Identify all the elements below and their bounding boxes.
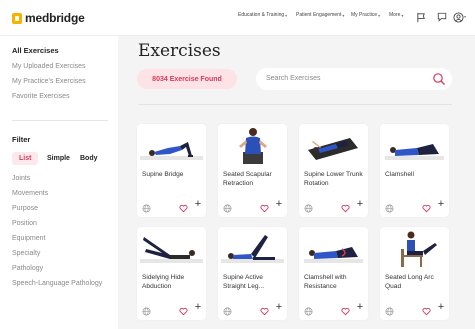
chevron-down-icon: ▾ bbox=[401, 12, 404, 18]
main-content: Exercises 8034 Exercise Found Search Exe… bbox=[118, 36, 475, 329]
exercise-image bbox=[221, 229, 284, 268]
heart-icon[interactable] bbox=[341, 303, 350, 316]
exercise-card-sidelying-hide-abduction[interactable]: Sidelying Hide Abduction + bbox=[137, 227, 206, 320]
chevron-down-icon: ▾ bbox=[285, 12, 288, 18]
filter-movements[interactable]: Movements bbox=[12, 190, 48, 197]
globe-icon[interactable] bbox=[385, 303, 394, 316]
card-title: Supine Active Straight Leg... bbox=[223, 274, 265, 290]
logo-text: medbridge bbox=[25, 11, 85, 25]
chevron-down-icon: ▾ bbox=[342, 12, 345, 18]
globe-icon[interactable] bbox=[304, 200, 313, 213]
exercise-count-badge: 8034 Exercise Found bbox=[137, 69, 237, 89]
exercise-card-clamshell-with-resistance[interactable]: Clamshell with Resistance + bbox=[299, 227, 368, 320]
card-title: Seated Long Arc Quad bbox=[385, 274, 434, 290]
exercise-card-supine-bridge[interactable]: Supine Bridge + bbox=[137, 124, 206, 217]
search-input[interactable]: Search Exercises bbox=[266, 75, 320, 82]
search-icon[interactable] bbox=[432, 72, 446, 86]
logo-mark-icon bbox=[12, 12, 22, 24]
exercise-card-seated-scapular-retraction[interactable]: Seated Scapular Retraction + bbox=[218, 124, 287, 217]
user-icon[interactable] bbox=[452, 11, 464, 23]
logo[interactable]: medbridge bbox=[12, 11, 85, 25]
exercise-card-supine-active-straight-leg[interactable]: Supine Active Straight Leg... + bbox=[218, 227, 287, 320]
heart-icon[interactable] bbox=[260, 303, 269, 316]
exercise-card-seated-long-arc-quad[interactable]: Seated Long Arc Quad + bbox=[380, 227, 449, 320]
exercise-image bbox=[302, 229, 365, 268]
tab-list[interactable]: List bbox=[12, 152, 39, 165]
filter-equipment[interactable]: Equipment bbox=[12, 235, 45, 242]
exercise-image bbox=[383, 126, 446, 165]
tab-body[interactable]: Body bbox=[80, 155, 98, 162]
globe-icon[interactable] bbox=[385, 200, 394, 213]
flag-icon[interactable] bbox=[415, 11, 427, 23]
exercise-card-clamshell[interactable]: Clamshell + bbox=[380, 124, 449, 217]
card-title: Clamshell with Resistance bbox=[304, 274, 347, 290]
filter-purpose[interactable]: Purpose bbox=[12, 205, 38, 212]
exercise-image bbox=[383, 229, 446, 268]
add-icon[interactable]: + bbox=[193, 301, 203, 313]
main-divider bbox=[138, 104, 452, 105]
search-bar[interactable]: Search Exercises bbox=[256, 68, 452, 90]
top-header: medbridge Education & Training ▾ Patient … bbox=[0, 0, 475, 36]
exercise-image bbox=[140, 229, 203, 268]
add-icon[interactable]: + bbox=[436, 301, 446, 313]
globe-icon[interactable] bbox=[304, 303, 313, 316]
page-title: Exercises bbox=[138, 41, 221, 61]
filter-position[interactable]: Position bbox=[12, 220, 37, 227]
sidebar-link-my-uploaded-exercises[interactable]: My Uploaded Exercises bbox=[12, 63, 86, 70]
heart-icon[interactable] bbox=[179, 200, 188, 213]
add-icon[interactable]: + bbox=[355, 301, 365, 313]
filter-specialty[interactable]: Specialty bbox=[12, 250, 40, 257]
globe-icon[interactable] bbox=[142, 303, 151, 316]
chevron-down-icon: ▾ bbox=[378, 12, 381, 18]
card-title: Supine Bridge bbox=[142, 171, 184, 178]
card-title: Supine Lower Trunk Rotation bbox=[304, 171, 363, 187]
add-icon[interactable]: + bbox=[355, 198, 365, 210]
card-title: Seated Scapular Retraction bbox=[223, 171, 272, 187]
add-icon[interactable]: + bbox=[193, 198, 203, 210]
sidebar-link-favorite-exercises[interactable]: Favorite Exercises bbox=[12, 93, 70, 100]
nav-education-training[interactable]: Education & Training ▾ bbox=[238, 12, 287, 18]
add-icon[interactable]: + bbox=[436, 198, 446, 210]
exercise-image bbox=[140, 126, 203, 165]
add-icon[interactable]: + bbox=[274, 301, 284, 313]
nav-my-practice[interactable]: My Practice ▾ bbox=[351, 12, 380, 18]
globe-icon[interactable] bbox=[223, 200, 232, 213]
exercise-card-supine-lower-trunk-rotation[interactable]: Supine Lower Trunk Rotation + bbox=[299, 124, 368, 217]
globe-icon[interactable] bbox=[223, 303, 232, 316]
heart-icon[interactable] bbox=[341, 200, 350, 213]
filter-joints[interactable]: Joints bbox=[12, 175, 30, 182]
filter-pathology[interactable]: Pathology bbox=[12, 265, 43, 272]
filter-speech-language-pathology[interactable]: Speech-Language Pathology bbox=[12, 280, 102, 287]
filter-heading: Filter bbox=[12, 135, 31, 144]
heart-icon[interactable] bbox=[422, 200, 431, 213]
add-icon[interactable]: + bbox=[274, 198, 284, 210]
nav-label: Patient Engagement bbox=[296, 12, 342, 18]
chevron-down-icon: ▾ bbox=[464, 14, 467, 19]
nav-label: My Practice bbox=[351, 12, 378, 18]
nav-label: More bbox=[389, 12, 401, 18]
heart-icon[interactable] bbox=[179, 303, 188, 316]
sidebar-divider bbox=[12, 120, 108, 121]
exercise-image bbox=[221, 126, 284, 165]
card-title: Clamshell bbox=[385, 171, 414, 178]
globe-icon[interactable] bbox=[142, 200, 151, 213]
heart-icon[interactable] bbox=[260, 200, 269, 213]
nav-patient-engagement[interactable]: Patient Engagement ▾ bbox=[296, 12, 344, 18]
sidebar-link-my-practice-exercises[interactable]: My Practice's Exercises bbox=[12, 78, 86, 85]
sidebar-link-all-exercises[interactable]: All Exercises bbox=[12, 46, 59, 55]
exercise-image bbox=[302, 126, 365, 165]
tab-simple[interactable]: Simple bbox=[47, 155, 70, 162]
nav-more[interactable]: More ▾ bbox=[389, 12, 403, 18]
card-title: Sidelying Hide Abduction bbox=[142, 274, 185, 290]
nav-label: Education & Training bbox=[238, 12, 285, 18]
chat-icon[interactable] bbox=[436, 11, 448, 23]
sidebar: All Exercises My Uploaded Exercises My P… bbox=[0, 36, 118, 329]
heart-icon[interactable] bbox=[422, 303, 431, 316]
